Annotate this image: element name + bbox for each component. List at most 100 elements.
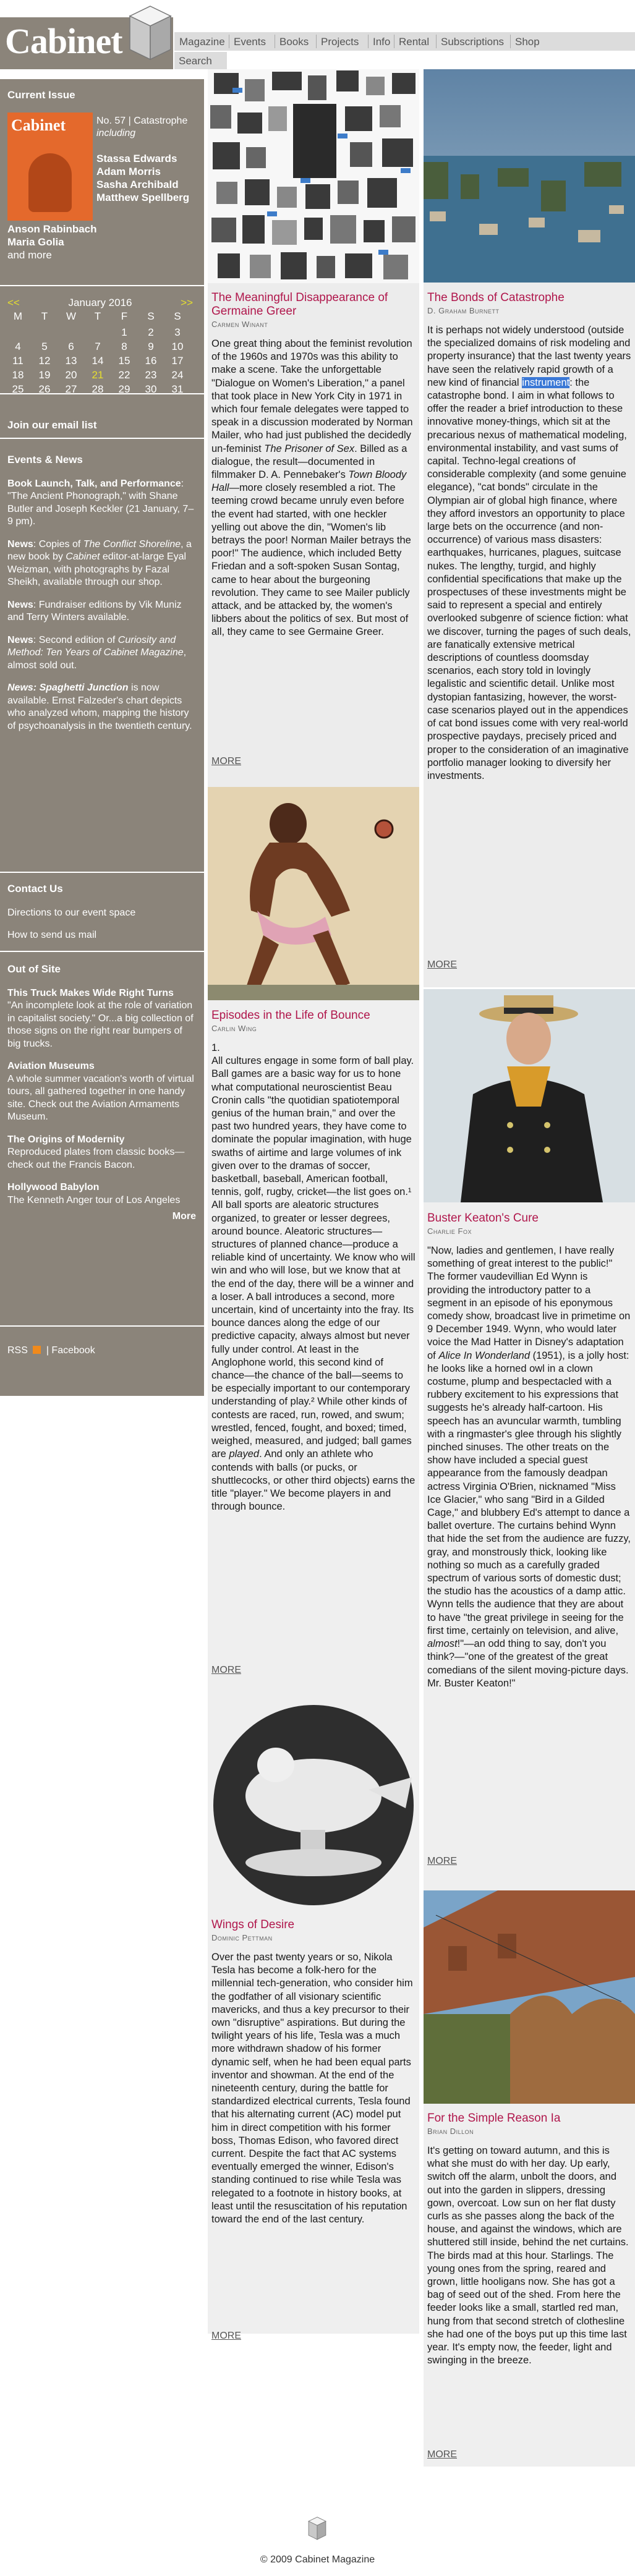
sidebar-divider [0, 438, 204, 439]
article-author[interactable]: Brian Dillon [427, 2127, 631, 2136]
article-title[interactable]: The Meaningful Disappearance of Germaine… [211, 291, 416, 318]
calendar-day[interactable]: 9 [140, 341, 161, 353]
and-more-link[interactable]: and more [7, 249, 97, 261]
calendar-day[interactable]: 17 [167, 355, 188, 367]
more-link[interactable]: MORE [211, 756, 241, 767]
nav-events[interactable]: Events [234, 36, 266, 48]
contributor[interactable]: Adam Morris [96, 165, 189, 178]
more-link[interactable]: MORE [427, 959, 457, 971]
article-title[interactable]: Episodes in the Life of Bounce [211, 1009, 416, 1022]
nav-divider [316, 35, 317, 48]
article-excerpt: It is perhaps not widely understood (out… [427, 325, 631, 781]
wings-of-desire-image[interactable] [208, 1703, 419, 1907]
calendar-day[interactable]: 5 [34, 341, 55, 353]
calendar-weekday: S [147, 310, 155, 322]
article-title[interactable]: For the Simple Reason Ia [427, 2112, 631, 2125]
article-author[interactable]: Carmen Winant [211, 320, 416, 329]
more-link[interactable]: MORE [211, 2331, 241, 2342]
news-item[interactable]: News: Copies of The Conflict Shoreline, … [7, 538, 196, 589]
events-section: Events & News Book Launch, Talk, and Per… [7, 454, 196, 733]
calendar-day[interactable]: 6 [61, 341, 82, 353]
calendar-day[interactable]: 15 [114, 355, 135, 367]
germaine-greer-collage-image[interactable] [208, 69, 419, 283]
contributor[interactable]: Matthew Spellberg [96, 191, 189, 204]
calendar-day[interactable]: 20 [61, 369, 82, 381]
calendar-day[interactable]: 11 [7, 355, 28, 367]
calendar-day[interactable]: 8 [114, 341, 135, 353]
nav-magazine[interactable]: Magazine [179, 36, 225, 48]
nav-rental[interactable]: Rental [399, 36, 429, 48]
calendar-day[interactable]: 4 [7, 341, 28, 353]
mail-link[interactable]: How to send us mail [7, 930, 196, 941]
nav-subscriptions[interactable]: Subscriptions [441, 36, 504, 48]
copyright: © 2009 Cabinet Magazine [260, 2554, 375, 2565]
news-item[interactable]: News: Fundraiser editions by Vik Muniz a… [7, 599, 196, 624]
calendar-day-today[interactable]: 21 [87, 369, 108, 381]
nav-info[interactable]: Info [373, 36, 390, 48]
contributor[interactable]: Sasha Archibald [96, 178, 189, 191]
news-item[interactable]: News: Second edition of Curiosity and Me… [7, 634, 196, 673]
article-author[interactable]: Charlie Fox [427, 1226, 631, 1236]
calendar-day[interactable]: 16 [140, 355, 161, 367]
article-title[interactable]: The Bonds of Catastrophe [427, 291, 631, 305]
rss-link[interactable]: RSS [7, 1345, 28, 1356]
calendar-day[interactable]: 24 [167, 369, 188, 381]
article-title[interactable]: Wings of Desire [211, 1918, 416, 1932]
more-link[interactable]: MORE [427, 1856, 457, 1867]
article-author[interactable]: D. Graham Burnett [427, 306, 631, 315]
search-button[interactable]: Search [174, 52, 227, 69]
calendar-day[interactable]: 2 [140, 326, 161, 339]
calendar-day[interactable]: 23 [140, 369, 161, 381]
issue-number[interactable]: No. 57 | Catastrophe [96, 115, 195, 127]
events-heading: Events & News [7, 454, 83, 465]
article-author[interactable]: Carlin Wing [211, 1024, 416, 1033]
event-item[interactable]: Book Launch, Talk, and Performance: "The… [7, 478, 196, 529]
flood-aerial-photo-icon [424, 69, 635, 283]
calendar-day[interactable]: 22 [114, 369, 135, 381]
rss-icon[interactable] [33, 1346, 41, 1354]
calendar-day[interactable]: 12 [34, 355, 55, 367]
article-excerpt: "Now, ladies and gentlemen, I have reall… [427, 1245, 631, 1689]
buster-keaton-image[interactable] [424, 989, 635, 1202]
email-list-link[interactable]: Join our email list [7, 419, 97, 431]
more-links[interactable]: More [7, 1210, 196, 1223]
directions-link[interactable]: Directions to our event space [7, 908, 196, 919]
facebook-link[interactable]: Facebook [51, 1345, 95, 1356]
selected-text[interactable]: instrument [522, 376, 570, 388]
calendar-day[interactable]: 19 [34, 369, 55, 381]
article-excerpt: 1. All cultures engage in some form of ba… [211, 1042, 416, 1513]
nav-projects[interactable]: Projects [321, 36, 359, 48]
nav-shop[interactable]: Shop [515, 36, 540, 48]
issue-cover[interactable]: Cabinet [7, 113, 93, 221]
bounce-illustration-image[interactable] [208, 787, 419, 1000]
article-bonds-of-catastrophe: The Bonds of Catastrophe D. Graham Burne… [427, 291, 631, 783]
simple-reason-image[interactable] [424, 1890, 635, 2104]
more-link[interactable]: MORE [211, 1665, 241, 1676]
article-title[interactable]: Buster Keaton's Cure [427, 1212, 631, 1225]
contributor[interactable]: Stassa Edwards [96, 152, 189, 165]
calendar-next[interactable]: >> [181, 297, 193, 309]
more-link[interactable]: MORE [427, 2449, 457, 2460]
link-title[interactable]: Hollywood Babylon [7, 1181, 196, 1194]
contributor[interactable]: Anson Rabinbach [7, 223, 97, 236]
link-title[interactable]: Aviation Museums [7, 1060, 196, 1073]
nav-books[interactable]: Books [279, 36, 309, 48]
calendar-day[interactable]: 10 [167, 341, 188, 353]
cover-figure [28, 153, 72, 212]
dove-statue-icon [213, 1705, 414, 1905]
contact-heading: Contact Us [7, 883, 63, 895]
catastrophe-bonds-image[interactable] [424, 69, 635, 283]
news-item[interactable]: News: Spaghetti Junction is now availabl… [7, 682, 196, 733]
calendar-day[interactable]: 14 [87, 355, 108, 367]
calendar-day[interactable]: 7 [87, 341, 108, 353]
calendar-day[interactable]: 1 [114, 326, 135, 339]
calendar-day[interactable]: 18 [7, 369, 28, 381]
calendar-day[interactable]: 13 [61, 355, 82, 367]
link-title[interactable]: This Truck Makes Wide Right Turns [7, 987, 196, 1000]
link-divider: | [46, 1345, 49, 1356]
calendar-day[interactable]: 3 [167, 326, 188, 339]
article-author[interactable]: Dominic Pettman [211, 1933, 416, 1942]
cover-wordmark: Cabinet [11, 116, 66, 134]
link-title[interactable]: The Origins of Modernity [7, 1134, 196, 1147]
contributor[interactable]: Maria Golia [7, 236, 97, 249]
